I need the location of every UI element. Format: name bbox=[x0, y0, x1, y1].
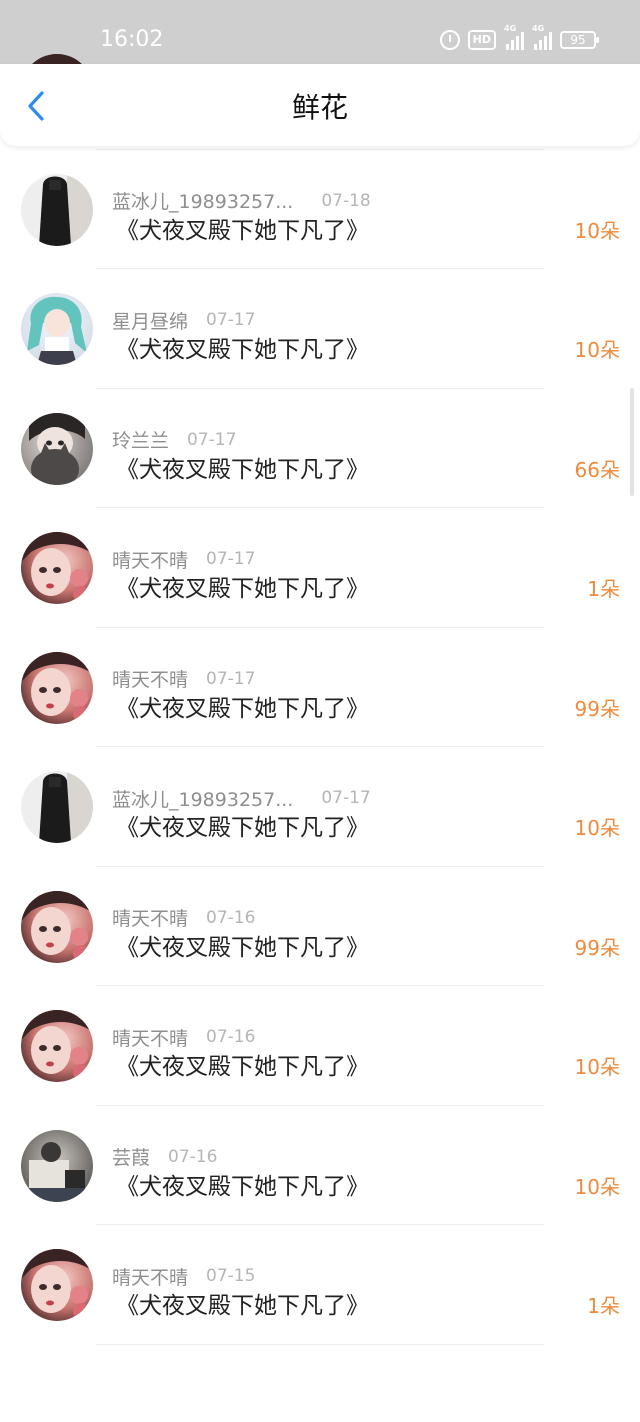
date: 07-17 bbox=[206, 310, 256, 330]
username[interactable]: 晴天不晴 bbox=[112, 1024, 188, 1051]
flower-gift-list: 《犬夜叉殿下她下凡了》99朵蓝冰儿_19893257...07-18《犬夜叉殿下… bbox=[0, 54, 640, 1345]
header: 鲜花 bbox=[0, 64, 640, 146]
book-title: 《犬夜叉殿下她下凡了》 bbox=[116, 695, 369, 722]
username[interactable]: 晴天不晴 bbox=[112, 1263, 188, 1290]
book-title: 《犬夜叉殿下她下凡了》 bbox=[116, 337, 369, 363]
book-title: 《犬夜叉殿下她下凡了》 bbox=[116, 217, 369, 244]
date: 07-16 bbox=[206, 907, 256, 928]
avatar[interactable] bbox=[21, 412, 93, 485]
list-item[interactable]: 晴天不晴 07-16 《犬夜叉殿下她下凡了》 99朵 bbox=[0, 867, 640, 986]
book-title: 《犬夜叉殿下她下凡了》 bbox=[116, 576, 369, 602]
list-item[interactable]: 晴天不晴 07-16 《犬夜叉殿下她下凡了》 10朵 bbox=[0, 986, 640, 1106]
book-title: 《犬夜叉殿下她下凡了》 bbox=[116, 1293, 369, 1319]
avatar[interactable] bbox=[21, 1010, 93, 1082]
date: 07-16 bbox=[206, 1027, 256, 1047]
date: 07-18 bbox=[321, 190, 371, 211]
list-item[interactable]: 晴天不晴 07-15 《犬夜叉殿下她下凡了》 1朵 bbox=[0, 1225, 640, 1345]
user-line: 晴天不晴 07-16 bbox=[112, 905, 255, 931]
user-line: 芸葭 07-16 bbox=[112, 1144, 217, 1170]
date: 07-17 bbox=[187, 429, 237, 450]
user-line: 晴天不晴 07-15 bbox=[112, 1263, 255, 1289]
username[interactable]: 晴天不晴 bbox=[112, 665, 188, 692]
flower-amount: 66朵 bbox=[574, 457, 620, 482]
date: 07-17 bbox=[206, 549, 256, 569]
avatar[interactable] bbox=[21, 651, 93, 724]
list-item[interactable]: 晴天不晴 07-17 《犬夜叉殿下她下凡了》 1朵 bbox=[0, 508, 640, 628]
flower-amount: 99朵 bbox=[574, 696, 620, 721]
flower-amount: 10朵 bbox=[574, 338, 620, 362]
date: 07-16 bbox=[168, 1146, 218, 1167]
username[interactable]: 芸葭 bbox=[112, 1143, 150, 1170]
username[interactable]: 蓝冰儿_19893257... bbox=[112, 785, 293, 812]
user-line: 晴天不晴 07-16 bbox=[112, 1024, 255, 1050]
list-item[interactable]: 晴天不晴 07-17 《犬夜叉殿下她下凡了》 99朵 bbox=[0, 628, 640, 747]
list-item[interactable]: 蓝冰儿_19893257... 07-17 《犬夜叉殿下她下凡了》 10朵 bbox=[0, 747, 640, 867]
username[interactable]: 星月昼绵 bbox=[112, 307, 188, 334]
flower-amount: 1朵 bbox=[587, 1294, 620, 1318]
username[interactable]: 蓝冰儿_19893257... bbox=[112, 187, 293, 214]
avatar[interactable] bbox=[21, 1249, 93, 1321]
date: 07-17 bbox=[321, 788, 371, 808]
book-title: 《犬夜叉殿下她下凡了》 bbox=[116, 934, 369, 961]
avatar[interactable] bbox=[21, 173, 93, 246]
user-line: 晴天不晴 07-17 bbox=[112, 546, 255, 572]
page-title: 鲜花 bbox=[291, 91, 348, 124]
flower-amount: 1朵 bbox=[587, 577, 620, 601]
flower-amount: 10朵 bbox=[574, 218, 620, 243]
user-line: 玲兰兰 07-17 bbox=[112, 427, 236, 453]
flower-amount: 99朵 bbox=[574, 935, 620, 960]
list-item[interactable]: 蓝冰儿_19893257... 07-18 《犬夜叉殿下她下凡了》 10朵 bbox=[0, 150, 640, 269]
user-line: 蓝冰儿_19893257... 07-18 bbox=[112, 188, 371, 214]
book-title: 《犬夜叉殿下她下凡了》 bbox=[116, 815, 369, 841]
avatar[interactable] bbox=[21, 771, 93, 843]
username[interactable]: 晴天不晴 bbox=[112, 904, 188, 931]
date: 07-15 bbox=[206, 1266, 256, 1286]
list-item[interactable]: 玲兰兰 07-17 《犬夜叉殿下她下凡了》 66朵 bbox=[0, 389, 640, 508]
list-item[interactable]: 星月昼绵 07-17 《犬夜叉殿下她下凡了》 10朵 bbox=[0, 269, 640, 389]
avatar[interactable] bbox=[21, 293, 93, 365]
book-title: 《犬夜叉殿下她下凡了》 bbox=[116, 456, 369, 483]
book-title: 《犬夜叉殿下她下凡了》 bbox=[116, 1054, 369, 1080]
username[interactable]: 玲兰兰 bbox=[112, 426, 169, 453]
avatar[interactable] bbox=[21, 890, 93, 963]
avatar[interactable] bbox=[21, 532, 93, 604]
user-line: 蓝冰儿_19893257... 07-17 bbox=[112, 785, 371, 811]
user-line: 晴天不晴 07-17 bbox=[112, 666, 255, 692]
date: 07-17 bbox=[206, 668, 256, 689]
username[interactable]: 晴天不晴 bbox=[112, 546, 188, 573]
flower-amount: 10朵 bbox=[574, 1055, 620, 1079]
scrollbar[interactable] bbox=[630, 388, 634, 496]
user-line: 星月昼绵 07-17 bbox=[112, 307, 255, 333]
flower-amount: 10朵 bbox=[574, 1174, 620, 1199]
divider bbox=[96, 1343, 544, 1345]
flower-amount: 10朵 bbox=[574, 816, 620, 840]
book-title: 《犬夜叉殿下她下凡了》 bbox=[116, 1173, 369, 1200]
avatar[interactable] bbox=[21, 1129, 93, 1202]
list-item[interactable]: 芸葭 07-16 《犬夜叉殿下她下凡了》 10朵 bbox=[0, 1106, 640, 1225]
